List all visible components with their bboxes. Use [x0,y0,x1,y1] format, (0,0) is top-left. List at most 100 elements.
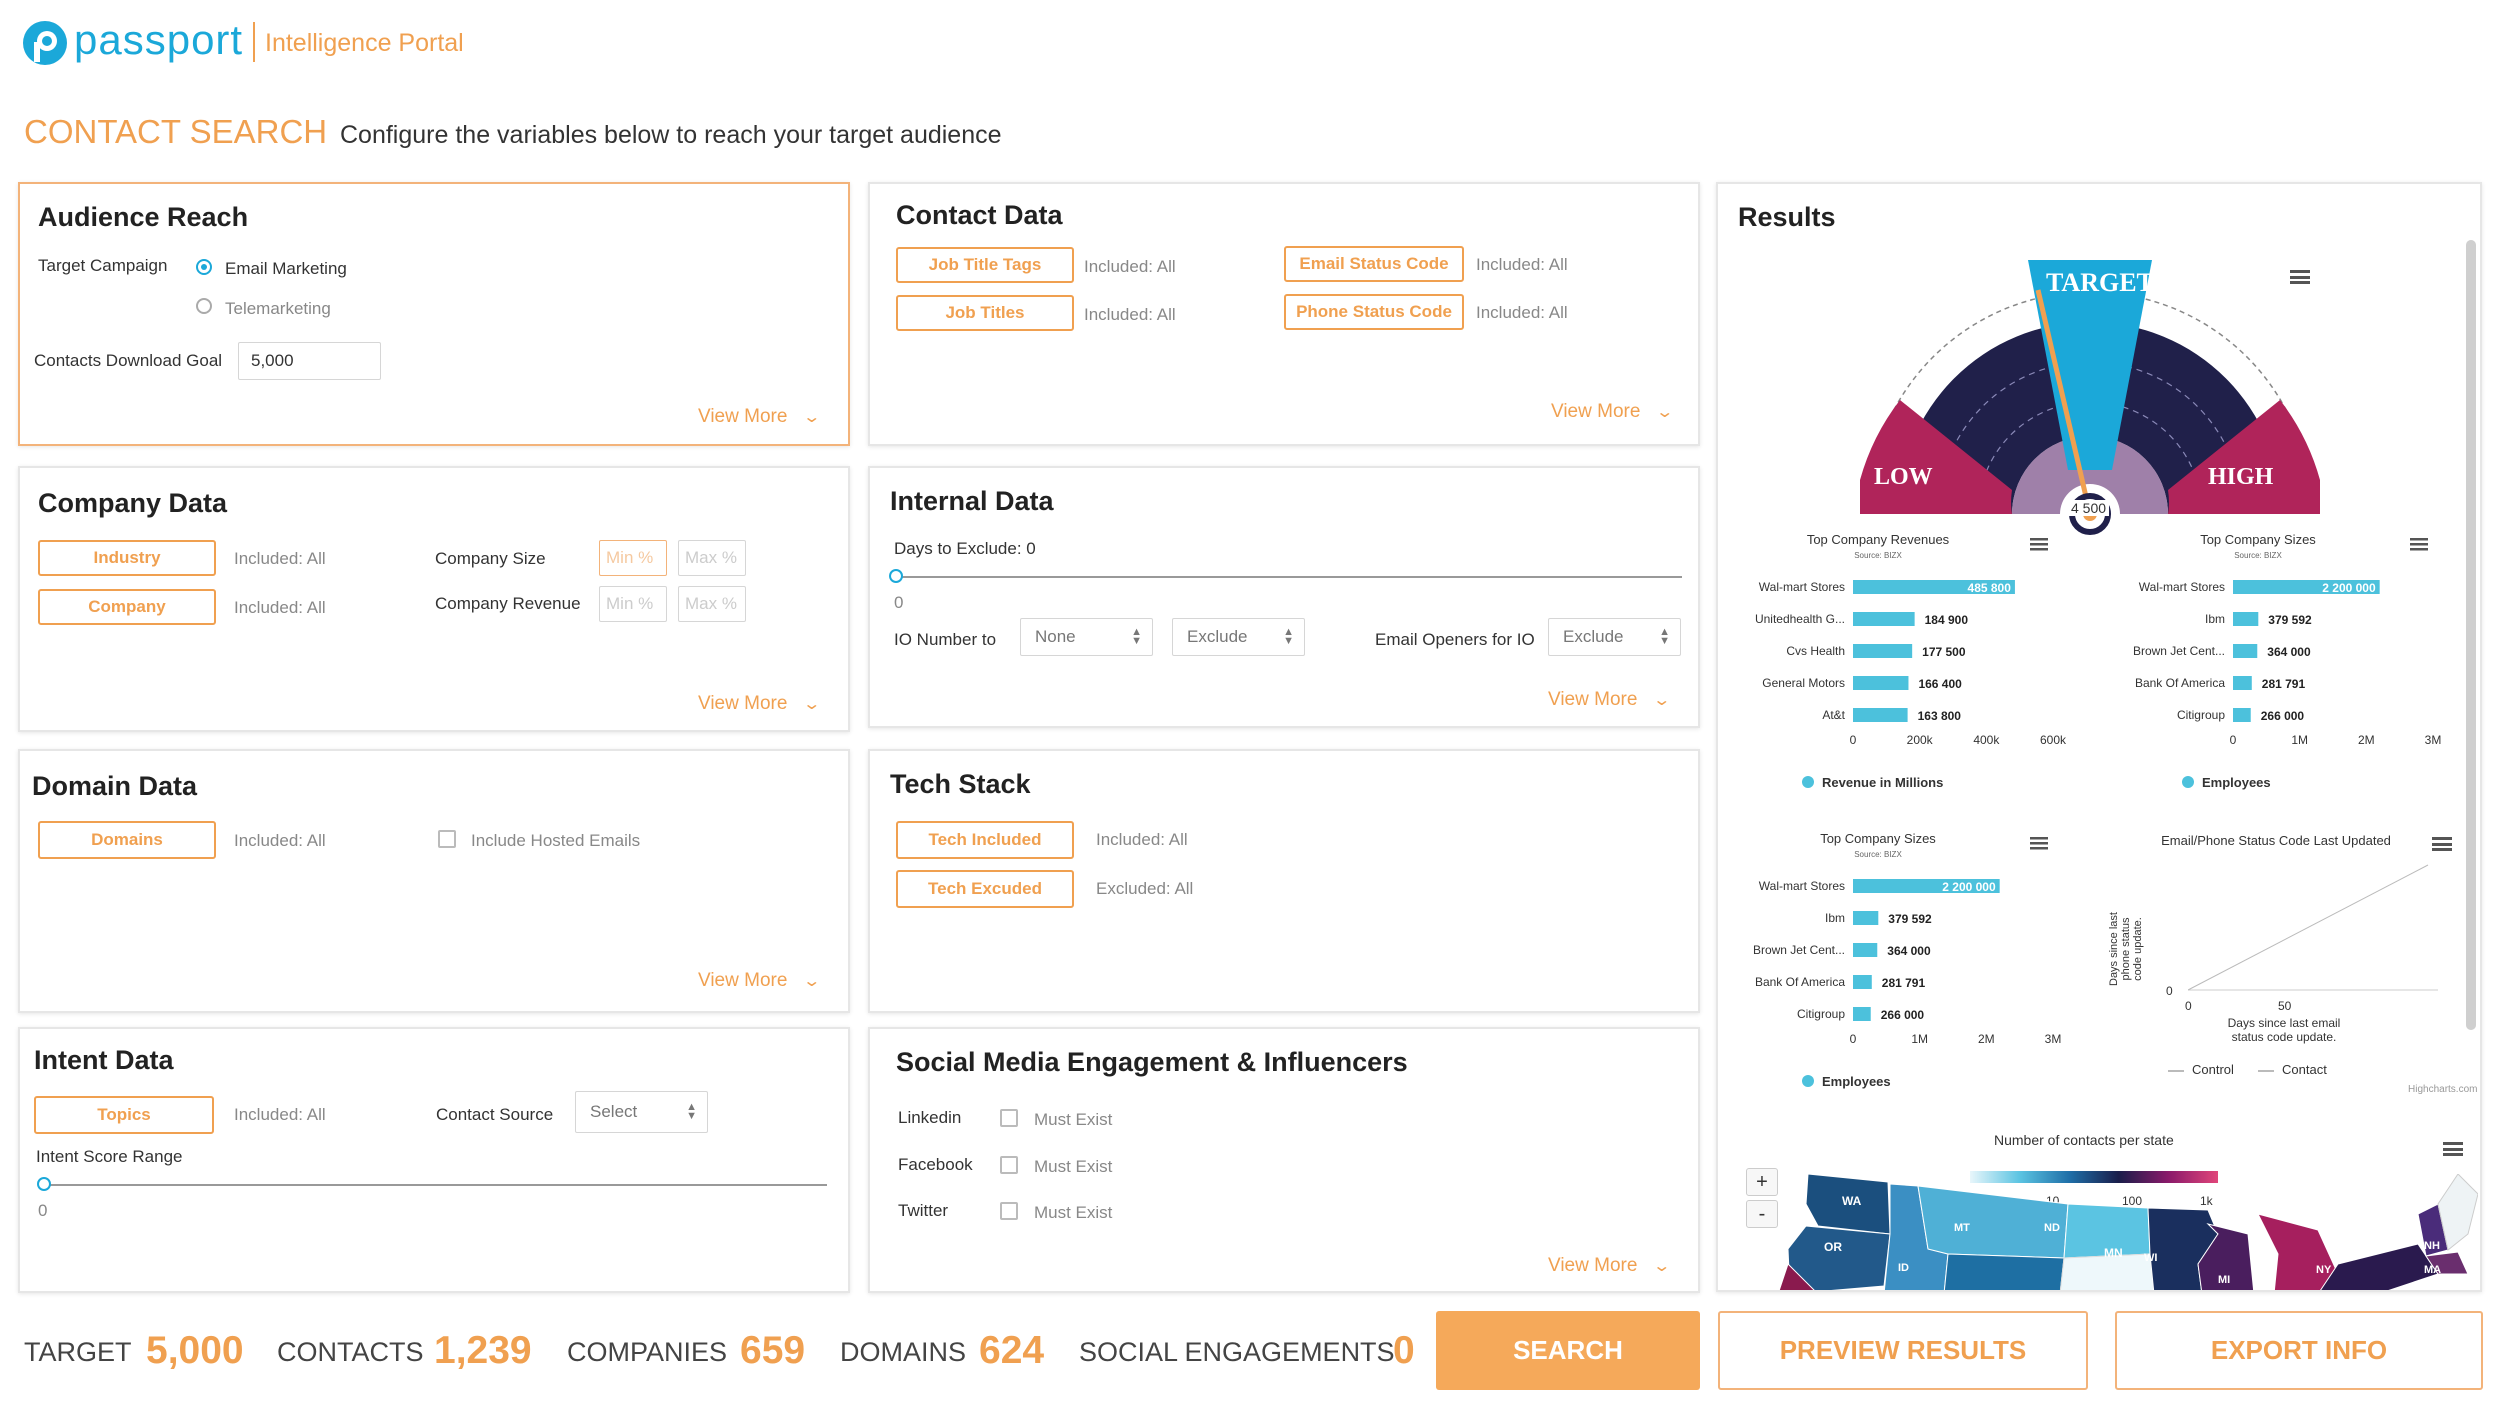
contacts-label: CONTACTS [277,1337,424,1367]
legend-contact[interactable]: Contact [2258,1062,2327,1077]
bar[interactable] [1853,943,1878,957]
facebook-must-exist-checkbox[interactable] [1000,1156,1018,1174]
contact-source-select[interactable]: Select ▲ ▼ [575,1091,708,1133]
io-number-select[interactable]: None ▲ ▼ [1020,618,1153,656]
chart-menu-icon[interactable] [2030,847,2048,850]
map-zoom-in-button[interactable]: + [1746,1168,1778,1196]
view-more-link[interactable]: View More ⌄ [698,970,821,992]
industry-button[interactable]: Industry [38,540,216,576]
map-state-wy[interactable] [1943,1253,2065,1292]
chart-menu-icon[interactable] [2030,543,2048,546]
view-more-link[interactable]: View More ⌄ [698,693,821,715]
sort-arrows-icon: ▲ ▼ [1283,626,1294,647]
download-goal-input[interactable]: 5,000 [238,342,381,380]
bar-value-label: 177 500 [1922,645,1966,659]
size-min-input[interactable]: Min % [599,540,667,576]
bar[interactable] [1853,911,1879,925]
legend-marker[interactable] [1802,776,1814,788]
io-mode-select[interactable]: Exclude ▲ ▼ [1172,618,1305,656]
linkedin-must-exist-checkbox[interactable] [1000,1109,1018,1127]
legend-marker[interactable] [1802,1075,1814,1087]
preview-results-button[interactable]: PREVIEW RESULTS [1718,1311,2088,1390]
view-more-text: View More [698,406,788,427]
view-more-link[interactable]: View More ⌄ [1548,1255,1671,1277]
legend-control[interactable]: Control [2168,1062,2234,1077]
days-slider-track[interactable] [894,576,1682,578]
size-max-input[interactable]: Max % [678,540,746,576]
legend-label[interactable]: Revenue in Millions [1822,775,1943,790]
bar[interactable] [1853,612,1915,626]
map-zoom-out-button[interactable]: - [1746,1200,1778,1228]
email-status-code-button[interactable]: Email Status Code [1284,246,1464,282]
legend-marker[interactable] [2182,776,2194,788]
map-state-ny[interactable] [2318,1243,2439,1292]
chart-menu-icon[interactable] [2410,538,2428,541]
legend-label[interactable]: Employees [2202,775,2271,790]
chevron-down-icon: ⌄ [1652,692,1672,709]
telemarketing-label[interactable]: Telemarketing [225,299,331,319]
intent-slider-track[interactable] [42,1184,827,1186]
chart-menu-icon[interactable] [2410,543,2428,546]
results-panel: Results TARGET LOW HIGH 4 500 Top Compan… [1716,182,2482,1292]
gauge-menu-icon[interactable] [2290,270,2310,284]
page-title: CONTACT SEARCH [24,113,328,150]
highcharts-credits[interactable]: Highcharts.com [2408,1084,2477,1095]
domain-data-panel: Domain Data Domains Included: All Includ… [18,749,850,1013]
companies-label: COMPANIES [567,1337,728,1367]
chart-menu-icon[interactable] [2432,837,2452,851]
export-info-button[interactable]: EXPORT INFO [2115,1311,2483,1390]
io-number-label: IO Number to [894,630,997,649]
us-contacts-map[interactable] [1778,1174,2478,1292]
revenue-min-input[interactable]: Min % [599,586,667,622]
job-titles-button[interactable]: Job Titles [896,295,1074,331]
chevron-down-icon: ⌄ [1655,404,1675,421]
bar[interactable] [1853,676,1909,690]
legend-contact-line [2258,1069,2274,1072]
map-menu-icon[interactable] [2443,1142,2463,1156]
email-marketing-label[interactable]: Email Marketing [225,259,347,279]
bar[interactable] [2233,676,2252,690]
revenue-max-input[interactable]: Max % [678,586,746,622]
chart-menu-icon[interactable] [2030,837,2048,840]
bar[interactable] [2233,708,2251,722]
company-revenue-label: Company Revenue [435,594,581,613]
email-marketing-radio[interactable] [196,259,212,275]
phone-status-code-button[interactable]: Phone Status Code [1284,294,1464,330]
bar[interactable] [1853,975,1872,989]
tech-excluded-button[interactable]: Tech Excuded [896,870,1074,908]
topics-button[interactable]: Topics [34,1096,214,1134]
bar[interactable] [2233,612,2259,626]
days-slider-handle[interactable] [889,569,903,583]
legend-label[interactable]: Employees [1822,1074,1891,1089]
chart-menu-icon[interactable] [2030,538,2048,541]
tech-included-button[interactable]: Tech Included [896,821,1074,859]
email-openers-select[interactable]: Exclude ▲ ▼ [1548,618,1681,656]
map-label-wi: WI [2144,1252,2158,1264]
bar[interactable] [1853,1007,1871,1021]
domains-button[interactable]: Domains [38,821,216,859]
job-title-tags-button[interactable]: Job Title Tags [896,247,1074,283]
view-more-link[interactable]: View More ⌄ [1548,689,1672,711]
x-tick-label: 1M [1911,1032,1928,1046]
bar[interactable] [1853,708,1908,722]
telemarketing-radio[interactable] [196,298,212,314]
category-label: Bank Of America [1755,975,1845,989]
chart-menu-icon[interactable] [2410,548,2428,551]
chart-menu-icon[interactable] [2030,548,2048,551]
bar[interactable] [1853,644,1913,658]
bar[interactable] [2233,644,2258,658]
chart-menu-icon[interactable] [2030,842,2048,845]
hosted-emails-checkbox[interactable] [438,830,456,848]
company-button[interactable]: Company [38,589,216,625]
view-more-link[interactable]: View More ⌄ [1551,401,1675,423]
search-button[interactable]: SEARCH [1436,1311,1700,1390]
view-more-link[interactable]: View More ⌄ [698,406,821,428]
twitter-must-exist-checkbox[interactable] [1000,1202,1018,1220]
job-titles-status: Included: All [1084,305,1176,324]
bar-value-label: 2 200 000 [1942,880,1996,894]
category-label: Wal-mart Stores [1759,580,1845,594]
target-value: 5,000 [146,1329,244,1372]
companies-value: 659 [740,1329,806,1372]
map-state-mi[interactable] [2257,1213,2339,1292]
intent-slider-handle[interactable] [37,1177,51,1191]
